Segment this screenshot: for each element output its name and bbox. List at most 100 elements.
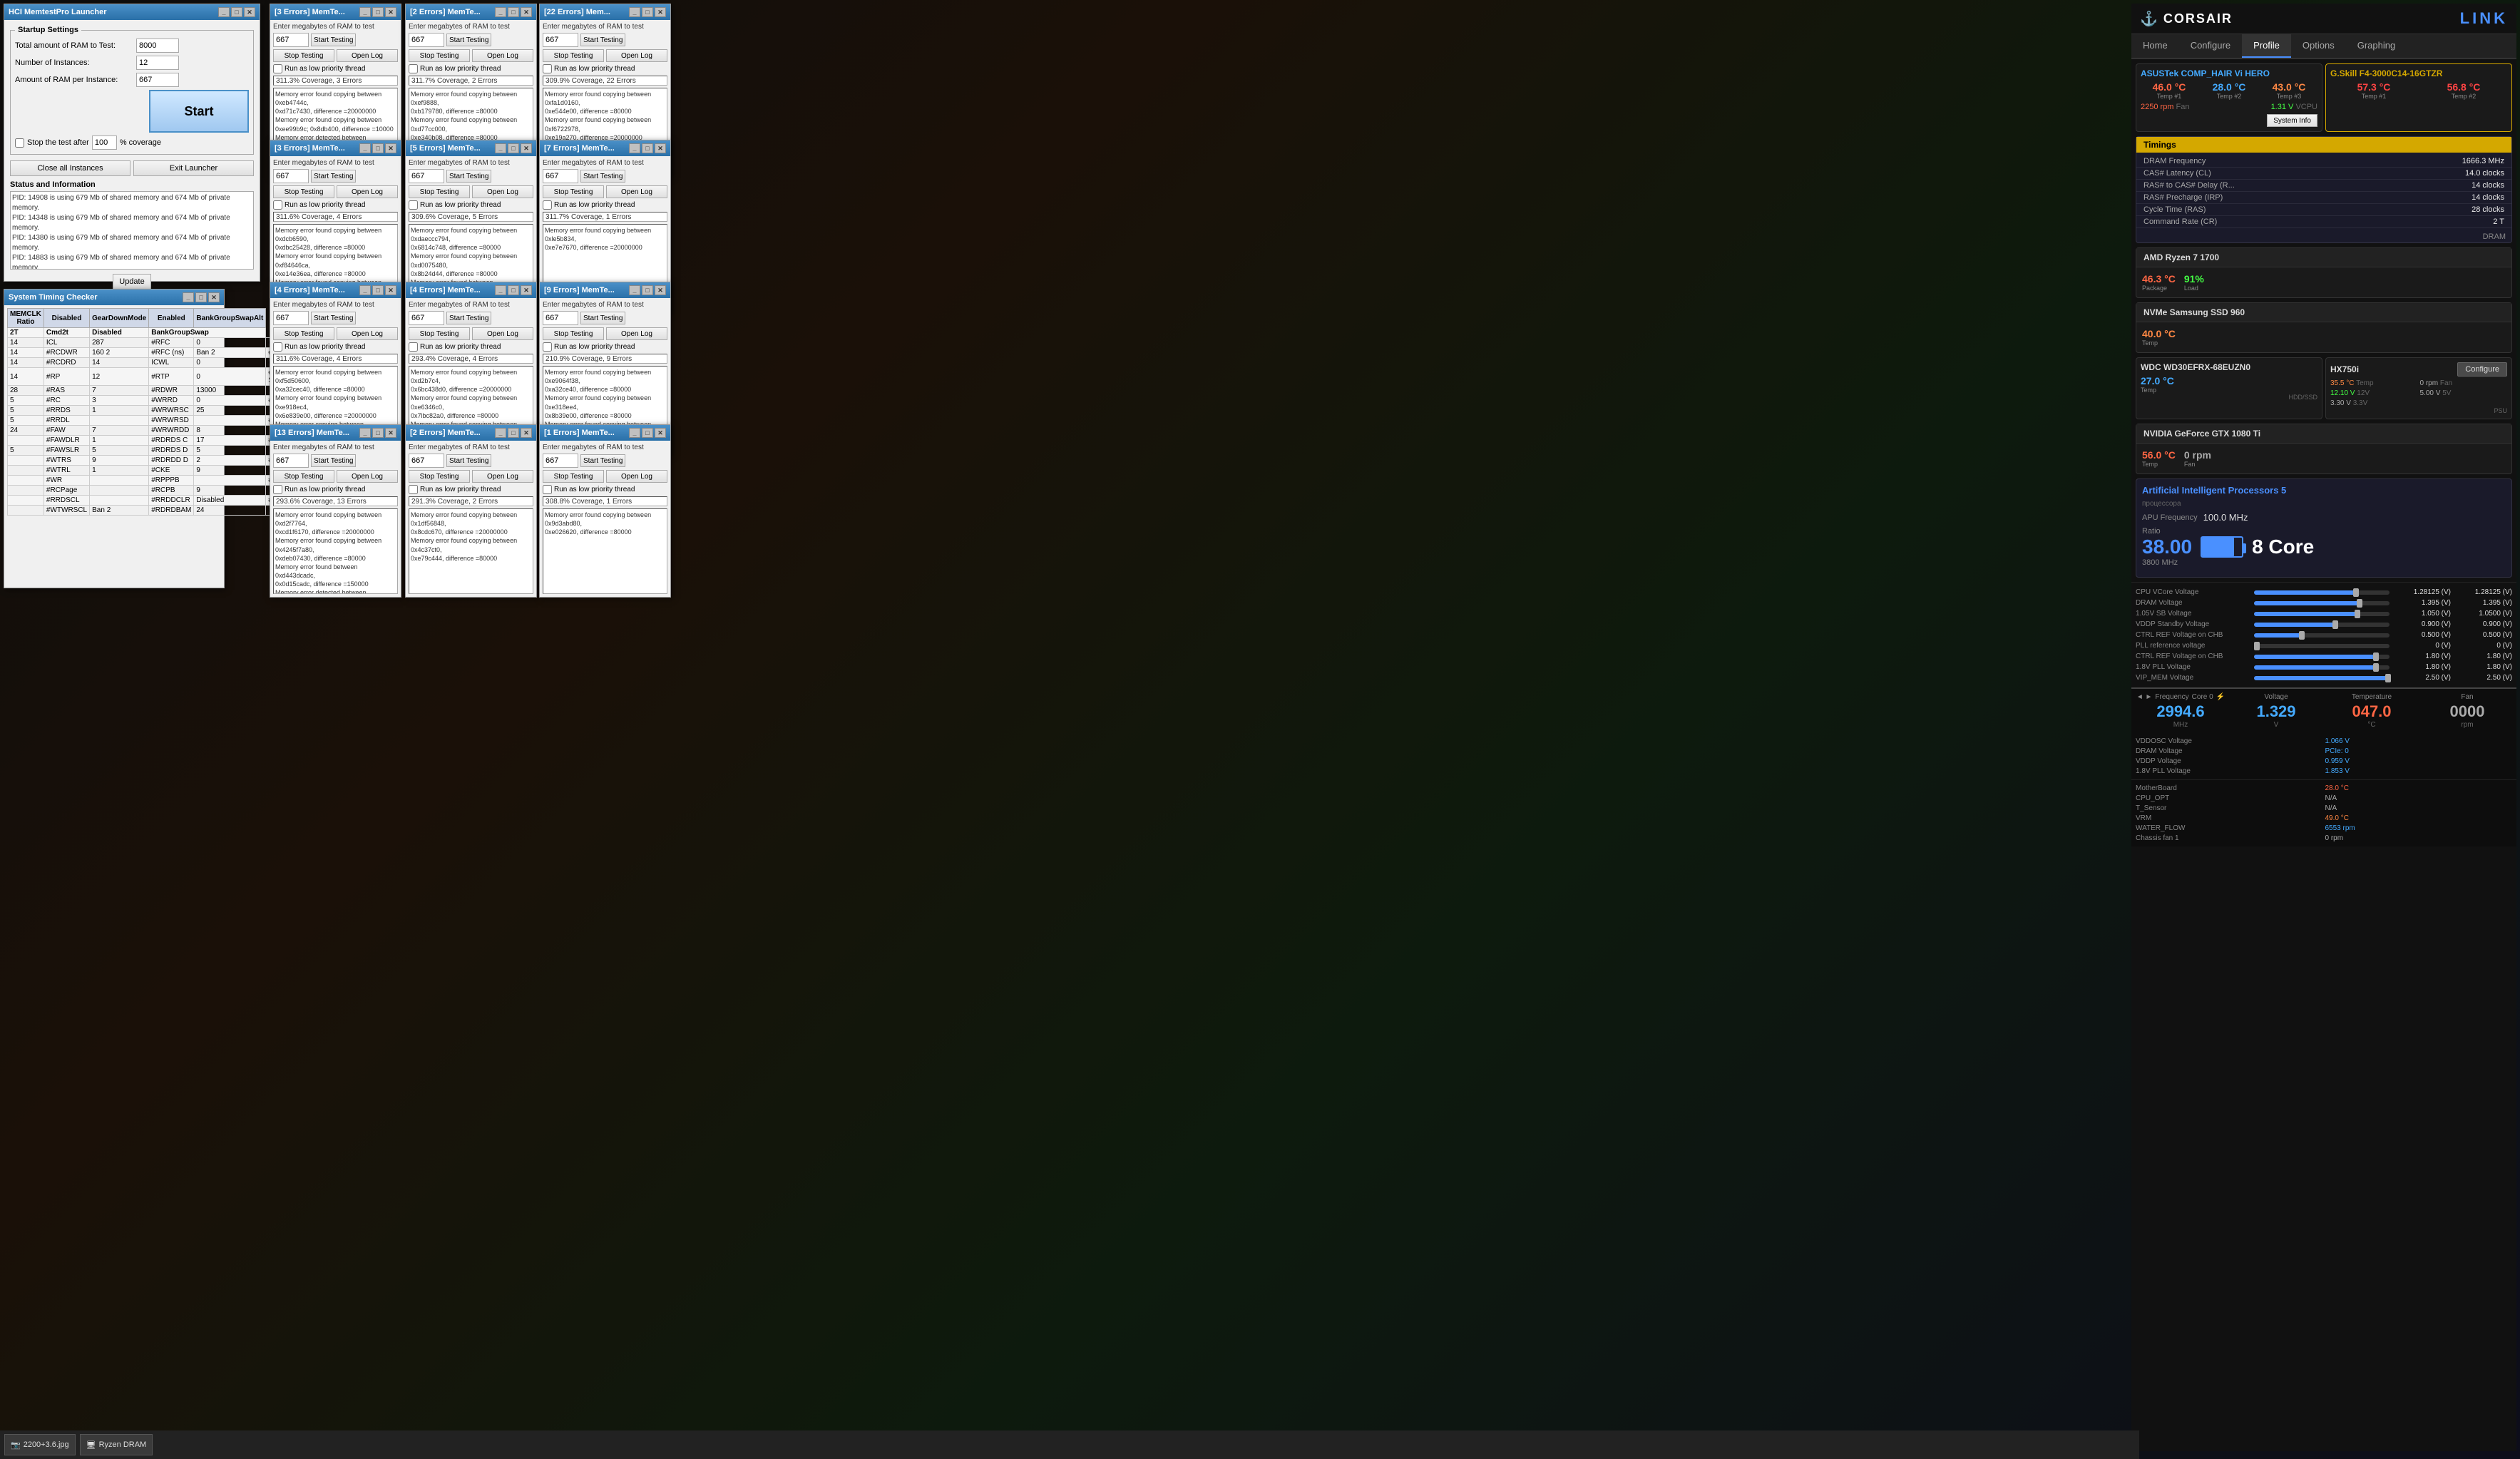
memtest-close-inst7[interactable]: ✕ xyxy=(385,285,396,295)
low-priority-cb-inst12[interactable] xyxy=(543,485,552,494)
total-ram-input[interactable] xyxy=(136,39,179,53)
pll-ref-track[interactable] xyxy=(2254,644,2390,648)
update-btn[interactable]: Update xyxy=(113,274,150,290)
start-button[interactable]: Start xyxy=(149,90,249,133)
timing-checker-titlebar[interactable]: System Timing Checker _ □ ✕ xyxy=(4,290,224,305)
25v-track[interactable] xyxy=(2254,676,2390,680)
stop-testing-btn-inst6[interactable]: Stop Testing xyxy=(543,185,604,198)
stop-testing-btn-inst11[interactable]: Stop Testing xyxy=(409,470,470,483)
timing-close-btn[interactable]: ✕ xyxy=(208,292,220,302)
memtest-titlebar-inst4[interactable]: [3 Errors] MemTe... _ □ ✕ xyxy=(270,140,401,156)
ram-input-inst5[interactable] xyxy=(409,169,444,183)
open-log-btn-inst8[interactable]: Open Log xyxy=(472,327,533,340)
memtest-min-inst8[interactable]: _ xyxy=(495,285,506,295)
open-log-btn-inst12[interactable]: Open Log xyxy=(606,470,667,483)
start-testing-btn-inst1[interactable]: Start Testing xyxy=(311,34,356,46)
memtest-max-inst3[interactable]: □ xyxy=(642,7,653,17)
memtest-min-inst7[interactable]: _ xyxy=(359,285,371,295)
ram-input-inst8[interactable] xyxy=(409,311,444,325)
start-testing-btn-inst11[interactable]: Start Testing xyxy=(446,454,491,467)
low-priority-cb-inst3[interactable] xyxy=(543,64,552,73)
memtest-titlebar-inst8[interactable]: [4 Errors] MemTe... _ □ ✕ xyxy=(406,282,536,298)
memtest-max-inst2[interactable]: □ xyxy=(508,7,519,17)
memtest-close-inst4[interactable]: ✕ xyxy=(385,143,396,153)
memtest-close-inst5[interactable]: ✕ xyxy=(521,143,532,153)
nav-profile[interactable]: Profile xyxy=(2242,34,2291,58)
memtest-min-inst2[interactable]: _ xyxy=(495,7,506,17)
memtest-titlebar-inst5[interactable]: [5 Errors] MemTe... _ □ ✕ xyxy=(406,140,536,156)
dram-slider-track[interactable] xyxy=(2254,601,2390,605)
start-testing-btn-inst6[interactable]: Start Testing xyxy=(580,170,625,183)
memtest-max-inst7[interactable]: □ xyxy=(372,285,384,295)
memtest-min-inst5[interactable]: _ xyxy=(495,143,506,153)
memtest-max-inst1[interactable]: □ xyxy=(372,7,384,17)
close-btn[interactable]: ✕ xyxy=(244,7,255,17)
start-testing-btn-inst5[interactable]: Start Testing xyxy=(446,170,491,183)
stop-test-checkbox[interactable] xyxy=(15,138,24,148)
stop-testing-btn-inst4[interactable]: Stop Testing xyxy=(273,185,334,198)
memtest-max-inst4[interactable]: □ xyxy=(372,143,384,153)
ram-input-inst2[interactable] xyxy=(409,33,444,47)
stop-testing-btn-inst12[interactable]: Stop Testing xyxy=(543,470,604,483)
ram-per-instance-input[interactable] xyxy=(136,73,179,87)
memtest-min-inst1[interactable]: _ xyxy=(359,7,371,17)
memtest-titlebar-inst9[interactable]: [9 Errors] MemTe... _ □ ✕ xyxy=(540,282,670,298)
memtest-close-inst3[interactable]: ✕ xyxy=(655,7,666,17)
memtest-min-inst3[interactable]: _ xyxy=(629,7,640,17)
low-priority-cb-inst9[interactable] xyxy=(543,342,552,352)
exit-launcher-btn[interactable]: Exit Launcher xyxy=(133,160,254,176)
memtest-max-inst6[interactable]: □ xyxy=(642,143,653,153)
memtest-close-inst1[interactable]: ✕ xyxy=(385,7,396,17)
system-info-btn[interactable]: System Info xyxy=(2267,114,2317,127)
stop-testing-btn-inst10[interactable]: Stop Testing xyxy=(273,470,334,483)
timing-maximize-btn[interactable]: □ xyxy=(195,292,207,302)
start-testing-btn-inst10[interactable]: Start Testing xyxy=(311,454,356,467)
open-log-btn-inst4[interactable]: Open Log xyxy=(337,185,398,198)
configure-btn[interactable]: Configure xyxy=(2457,362,2507,377)
open-log-btn-inst11[interactable]: Open Log xyxy=(472,470,533,483)
memtest-titlebar-inst1[interactable]: [3 Errors] MemTe... _ □ ✕ xyxy=(270,4,401,20)
low-priority-cb-inst5[interactable] xyxy=(409,200,418,210)
open-log-btn-inst1[interactable]: Open Log xyxy=(337,49,398,62)
low-priority-cb-inst7[interactable] xyxy=(273,342,282,352)
memtest-close-inst12[interactable]: ✕ xyxy=(655,428,666,438)
memtest-titlebar-inst2[interactable]: [2 Errors] MemTe... _ □ ✕ xyxy=(406,4,536,20)
memtest-titlebar-inst12[interactable]: [1 Errors] MemTe... _ □ ✕ xyxy=(540,425,670,441)
memtest-min-inst10[interactable]: _ xyxy=(359,428,371,438)
low-priority-cb-inst10[interactable] xyxy=(273,485,282,494)
memtest-min-inst11[interactable]: _ xyxy=(495,428,506,438)
open-log-btn-inst6[interactable]: Open Log xyxy=(606,185,667,198)
memtest-close-inst10[interactable]: ✕ xyxy=(385,428,396,438)
maximize-btn[interactable]: □ xyxy=(231,7,242,17)
memtest-max-inst11[interactable]: □ xyxy=(508,428,519,438)
open-log-btn-inst5[interactable]: Open Log xyxy=(472,185,533,198)
open-log-btn-inst2[interactable]: Open Log xyxy=(472,49,533,62)
minimize-btn[interactable]: _ xyxy=(218,7,230,17)
nav-configure[interactable]: Configure xyxy=(2179,34,2242,58)
18vpll-track[interactable] xyxy=(2254,665,2390,670)
start-testing-btn-inst4[interactable]: Start Testing xyxy=(311,170,356,183)
open-log-btn-inst7[interactable]: Open Log xyxy=(337,327,398,340)
open-log-btn-inst10[interactable]: Open Log xyxy=(337,470,398,483)
memtest-titlebar-inst3[interactable]: [22 Errors] Mem... _ □ ✕ xyxy=(540,4,670,20)
memtest-close-inst6[interactable]: ✕ xyxy=(655,143,666,153)
stop-testing-btn-inst8[interactable]: Stop Testing xyxy=(409,327,470,340)
ram-input-inst6[interactable] xyxy=(543,169,578,183)
stop-testing-btn-inst9[interactable]: Stop Testing xyxy=(543,327,604,340)
low-priority-cb-inst1[interactable] xyxy=(273,64,282,73)
memtest-titlebar-inst11[interactable]: [2 Errors] MemTe... _ □ ✕ xyxy=(406,425,536,441)
start-testing-btn-inst3[interactable]: Start Testing xyxy=(580,34,625,46)
start-testing-btn-inst8[interactable]: Start Testing xyxy=(446,312,491,324)
stop-testing-btn-inst1[interactable]: Stop Testing xyxy=(273,49,334,62)
ram-input-inst9[interactable] xyxy=(543,311,578,325)
nav-graphing[interactable]: Graphing xyxy=(2346,34,2407,58)
memtest-min-inst9[interactable]: _ xyxy=(629,285,640,295)
low-priority-cb-inst2[interactable] xyxy=(409,64,418,73)
memtest-max-inst9[interactable]: □ xyxy=(642,285,653,295)
memtest-min-inst12[interactable]: _ xyxy=(629,428,640,438)
memtest-min-inst4[interactable]: _ xyxy=(359,143,371,153)
start-testing-btn-inst9[interactable]: Start Testing xyxy=(580,312,625,324)
ram-input-inst1[interactable] xyxy=(273,33,309,47)
ram-input-inst10[interactable] xyxy=(273,454,309,468)
open-log-btn-inst3[interactable]: Open Log xyxy=(606,49,667,62)
